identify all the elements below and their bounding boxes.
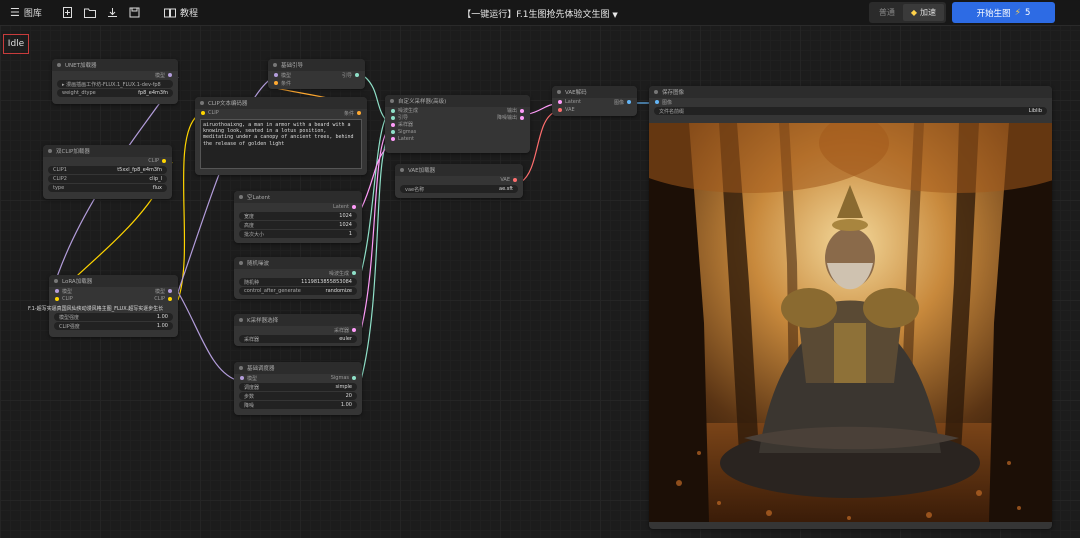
- latent-width-widget[interactable]: 宽度 1024: [239, 212, 357, 220]
- sampler-name-widget[interactable]: 采样器 euler: [239, 335, 357, 343]
- node-basic-guider[interactable]: 基础引导 模型 引导 条件: [268, 59, 365, 89]
- slot-row: 模型 Sigmas: [234, 374, 362, 382]
- top-toolbar: ☰ 图库 教程 【一键运行】F.1生图抢先体验文生图 ▼ 普通 ◆ 加速 开始生…: [0, 0, 1080, 26]
- clip1-widget[interactable]: CLIP1 t5xxl_fp8_e4m3fn: [48, 166, 167, 174]
- slot-row: CLIP: [43, 157, 172, 165]
- slot-row: VAE: [552, 106, 637, 114]
- slot-row: CLIP CLIP: [49, 295, 178, 303]
- diamond-icon: ◆: [910, 8, 917, 17]
- slot-row: 模型 引导: [268, 71, 365, 79]
- chevron-down-icon[interactable]: ▼: [612, 11, 617, 19]
- node-dualclip-loader[interactable]: 双CLIP加载器 CLIP CLIP1 t5xxl_fp8_e4m3fn CLIP…: [43, 145, 172, 199]
- slot-row: 采样器: [385, 121, 530, 128]
- tutorial-label: 教程: [180, 9, 199, 19]
- run-controls: 普通 ◆ 加速 开始生图 ⚡ 5: [868, 2, 1055, 23]
- tutorial-button[interactable]: 教程: [164, 0, 198, 26]
- node-title[interactable]: 空Latent: [234, 191, 362, 203]
- link-sampler-vaedecode: [527, 103, 556, 115]
- slot-row: 噪波生成 输出: [385, 107, 530, 114]
- generated-image-preview[interactable]: [649, 123, 1052, 522]
- folder-icon: [84, 8, 96, 18]
- node-vae-decode[interactable]: VAE解码 Latent 图像 VAE: [552, 86, 637, 116]
- node-title[interactable]: VAE加载器: [395, 164, 523, 176]
- node-title[interactable]: UNET加载器: [52, 59, 178, 71]
- clip-type-widget[interactable]: type flux: [48, 184, 167, 192]
- node-title[interactable]: 双CLIP加载器: [43, 145, 172, 157]
- mode-normal-button[interactable]: 普通: [871, 4, 903, 21]
- node-title[interactable]: LoRA加载器: [49, 275, 178, 287]
- node-vae-loader[interactable]: VAE加载器 VAE vae名称 ae.sft: [395, 164, 523, 198]
- node-title[interactable]: 随机噪波: [234, 257, 362, 269]
- vae-name-widget[interactable]: vae名称 ae.sft: [400, 185, 518, 193]
- node-sampler-custom-advanced[interactable]: 自定义采样器(高级) 噪波生成 输出 引导 降噪输出 采样器 Sigmas Late…: [385, 95, 530, 153]
- slot-row: 引导 降噪输出: [385, 114, 530, 121]
- download-button[interactable]: [107, 0, 118, 26]
- run-label: 开始生图: [976, 8, 1011, 19]
- lora-clip-strength-widget[interactable]: CLIP强度 1.00: [54, 322, 173, 330]
- book-icon: [164, 8, 176, 17]
- node-title[interactable]: VAE解码: [552, 86, 637, 98]
- mode-boost-label: 加速: [920, 8, 936, 17]
- clip2-widget[interactable]: CLIP2 clip_l: [48, 175, 167, 183]
- slot-row: 模型 模型: [49, 287, 178, 295]
- noise-seed-widget[interactable]: 随机种 1119813855853084: [239, 278, 357, 286]
- slot-row: Sigmas: [385, 128, 530, 135]
- lora-name-widget[interactable]: F.1-超写实逼真国风仙侠动漫风格主图_FLUX.超写实逐步生长-V1: [23, 304, 168, 312]
- slot-row: 噪波生成: [234, 269, 362, 277]
- layers-icon: ☰: [10, 6, 20, 19]
- prompt-textarea[interactable]: airuothoaixng, a man in armor with a bea…: [200, 119, 362, 169]
- steps-widget[interactable]: 步数 20: [239, 392, 357, 400]
- node-title[interactable]: CLIP文本编码器: [195, 97, 367, 109]
- gallery-button[interactable]: ☰ 图库: [10, 0, 42, 26]
- mode-boost-button[interactable]: ◆ 加速: [902, 4, 944, 21]
- link-lora-scheduler: [177, 291, 237, 381]
- slot-row: VAE: [395, 176, 523, 184]
- new-file-icon: [63, 7, 72, 18]
- slot-row: 模型: [52, 71, 178, 79]
- new-workflow-button[interactable]: [62, 0, 73, 26]
- bolt-icon: ⚡: [1014, 7, 1021, 18]
- save-button[interactable]: [129, 0, 140, 26]
- scheduler-widget[interactable]: 调度器 simple: [239, 383, 357, 391]
- node-unet-loader[interactable]: UNET加载器 模型 ▸ 漫画插画工作坊-FLUX.1_FLUX.1-dev-f…: [52, 59, 178, 104]
- control-after-generate-widget[interactable]: control_after_generate randomize: [239, 287, 357, 295]
- slot-row: CLIP 条件: [195, 109, 367, 117]
- save-icon: [129, 7, 140, 18]
- node-ksampler-select[interactable]: K采样器选择 采样器 采样器 euler: [234, 314, 362, 346]
- node-clip-text-encoder[interactable]: CLIP文本编码器 CLIP 条件 airuothoaixng, a man in…: [195, 97, 367, 175]
- mode-toggle: 普通 ◆ 加速: [868, 2, 946, 23]
- slot-row: 采样器: [234, 326, 362, 334]
- node-lora-loader[interactable]: LoRA加载器 模型 模型 CLIP CLIP F.1-超写实逼真国风仙侠动漫风格主…: [28, 275, 178, 337]
- filename-prefix-widget[interactable]: 文件名前缀 Liblib: [654, 107, 1047, 115]
- slot-row: Latent 图像: [552, 98, 637, 106]
- open-workflow-button[interactable]: [84, 0, 96, 26]
- run-cost: 5: [1024, 7, 1031, 18]
- download-icon: [108, 8, 117, 17]
- generated-image: [649, 123, 1052, 522]
- slot-row: Latent: [234, 203, 362, 211]
- node-empty-latent[interactable]: 空Latent Latent 宽度 1024 高度 1024 批次大小 1: [234, 191, 362, 243]
- node-basic-scheduler[interactable]: 基础调度器 模型 Sigmas 调度器 simple 步数 20 降噪 1.00: [234, 362, 362, 415]
- node-title[interactable]: 基础调度器: [234, 362, 362, 374]
- gallery-label: 图库: [23, 9, 42, 19]
- node-title[interactable]: 自定义采样器(高级): [385, 95, 530, 107]
- workflow-title-text[interactable]: 【一键运行】F.1生图抢先体验文生图: [462, 10, 609, 20]
- denoise-widget[interactable]: 降噪 1.00: [239, 401, 357, 409]
- slot-row: 条件: [268, 79, 365, 87]
- node-title[interactable]: 保存图像: [649, 86, 1052, 98]
- node-title[interactable]: 基础引导: [268, 59, 365, 71]
- slot-row: 图像: [649, 98, 1052, 106]
- weight-dtype-widget[interactable]: weight_dtype fp8_e4m3fn: [57, 89, 173, 97]
- status-badge: Idle: [3, 34, 29, 54]
- lora-model-strength-widget[interactable]: 模型强度 1.00: [54, 313, 173, 321]
- slot-row: Latent: [385, 135, 530, 142]
- node-title[interactable]: K采样器选择: [234, 314, 362, 326]
- latent-batch-widget[interactable]: 批次大小 1: [239, 230, 357, 238]
- latent-height-widget[interactable]: 高度 1024: [239, 221, 357, 229]
- node-random-noise[interactable]: 随机噪波 噪波生成 随机种 1119813855853084 control_af…: [234, 257, 362, 299]
- run-button[interactable]: 开始生图 ⚡ 5: [952, 2, 1055, 23]
- unet-name-widget[interactable]: ▸ 漫画插画工作坊-FLUX.1_FLUX.1-dev-fp8: [57, 80, 173, 88]
